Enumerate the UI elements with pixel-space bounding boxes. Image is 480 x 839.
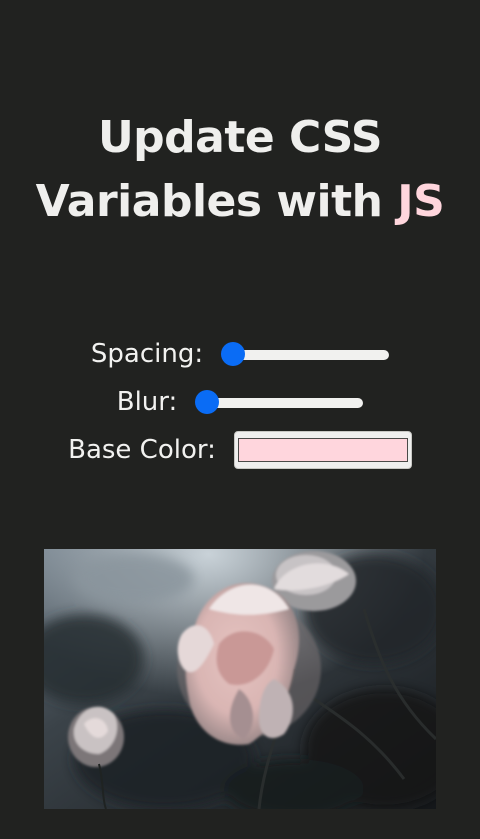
title-accent: JS xyxy=(397,176,445,227)
blur-slider[interactable] xyxy=(195,390,364,414)
page-title: Update CSS Variables with JS xyxy=(0,106,480,234)
blur-slider-track[interactable] xyxy=(199,398,364,408)
blur-slider-thumb[interactable] xyxy=(195,390,220,414)
rose-photo-graphic xyxy=(44,549,436,809)
spacing-slider-track[interactable] xyxy=(225,350,390,360)
title-line-2-prefix: Variables with xyxy=(35,176,383,227)
blur-label: Blur: xyxy=(116,387,178,417)
base-color-swatch[interactable] xyxy=(237,438,408,462)
blur-control: Blur: xyxy=(0,378,480,426)
rose-photo xyxy=(44,549,436,809)
base-color-control: Base Color: xyxy=(0,426,480,474)
base-color-picker[interactable] xyxy=(233,431,412,469)
base-color-label: Base Color: xyxy=(68,435,216,465)
spacing-slider[interactable] xyxy=(221,342,390,366)
spacing-slider-thumb[interactable] xyxy=(221,342,246,366)
spacing-label: Spacing: xyxy=(90,339,204,369)
spacing-control: Spacing: xyxy=(0,330,480,378)
title-line-1: Update CSS xyxy=(97,112,383,163)
title-line-2: Variables with JS xyxy=(0,170,480,234)
